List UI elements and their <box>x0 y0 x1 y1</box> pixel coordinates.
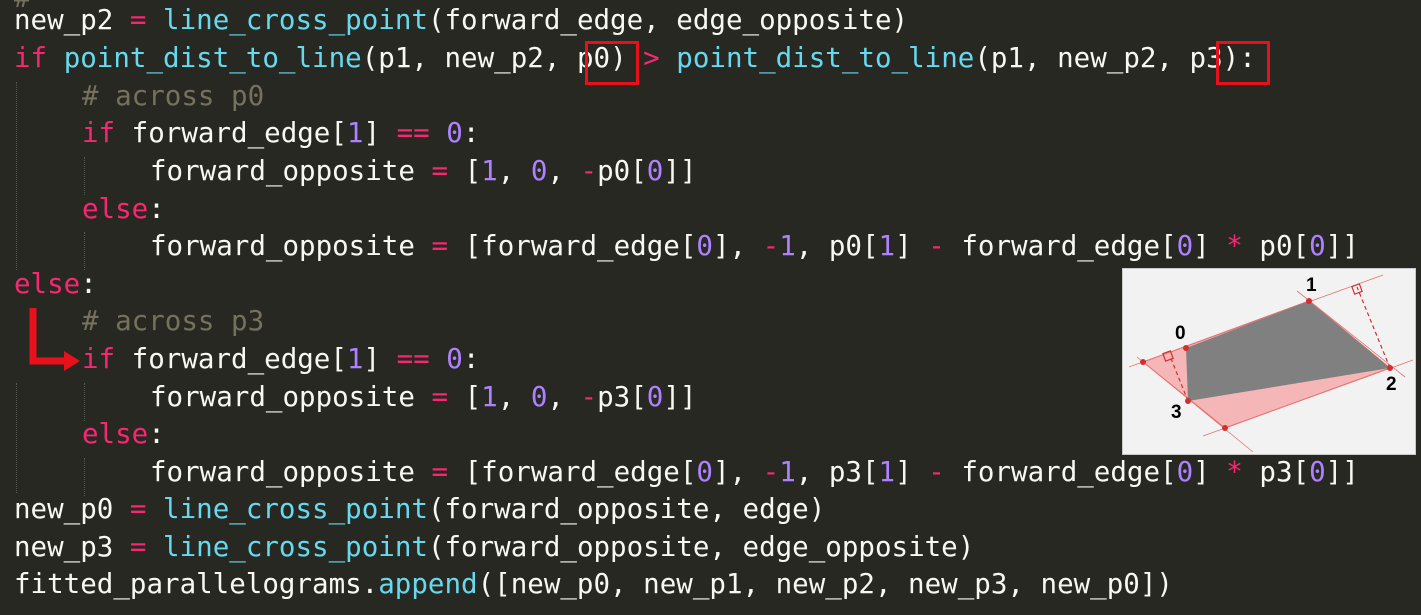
redirect-arrow-icon <box>29 308 80 371</box>
code-line-6: else: <box>82 193 165 225</box>
point-p2 <box>1387 365 1393 371</box>
code-line-11: forward_opposite = [1, 0, -p3[0]] <box>150 381 697 413</box>
code-line-4: if forward_edge[1] == 0: <box>82 117 480 149</box>
indent-guide <box>16 82 17 270</box>
label-p1: 1 <box>1306 275 1317 296</box>
label-p3: 3 <box>1171 402 1182 423</box>
label-p0: 0 <box>1175 323 1186 344</box>
code-line-16: fitted_parallelograms.append([new_p0, ne… <box>14 568 1173 600</box>
code-line-10: if forward_edge[1] == 0: <box>82 343 480 375</box>
code-line-7: forward_opposite = [forward_edge[0], -1,… <box>150 230 1359 262</box>
indent-guide <box>84 157 85 195</box>
point-p3 <box>1185 398 1191 404</box>
code-line-15: new_p3 = line_cross_point(forward_opposi… <box>14 531 975 563</box>
point-p1 <box>1306 298 1312 304</box>
code-line-3: # across p0 <box>82 80 265 112</box>
right-angle-marker <box>1351 283 1363 295</box>
diagram-canvas: 0 1 2 3 <box>1128 274 1414 453</box>
parallelogram-diagram: 0 1 2 3 <box>1122 268 1416 455</box>
point-p0 <box>1183 345 1189 351</box>
label-p2: 2 <box>1386 374 1397 395</box>
code-line-8: else: <box>14 268 97 300</box>
code-line-13: forward_opposite = [forward_edge[0], -1,… <box>150 456 1359 488</box>
code-line-12: else: <box>82 418 165 450</box>
code-line-9: # across p3 <box>82 305 265 337</box>
code-line-5: forward_opposite = [1, 0, -p0[0]] <box>150 155 697 187</box>
point-new-p3 <box>1222 425 1228 431</box>
indent-guide <box>16 383 17 493</box>
code-line-14: new_p0 = line_cross_point(forward_opposi… <box>14 493 826 525</box>
p0-highlight-box <box>585 41 639 85</box>
p3-highlight-box <box>1216 41 1270 85</box>
code-line-1: new_p2 = line_cross_point(forward_edge, … <box>14 4 909 36</box>
code-editor[interactable]: # new_p2 = line_cross_point(forward_edge… <box>0 0 1421 615</box>
indent-guide <box>84 232 85 270</box>
point-new-p0 <box>1140 359 1146 365</box>
